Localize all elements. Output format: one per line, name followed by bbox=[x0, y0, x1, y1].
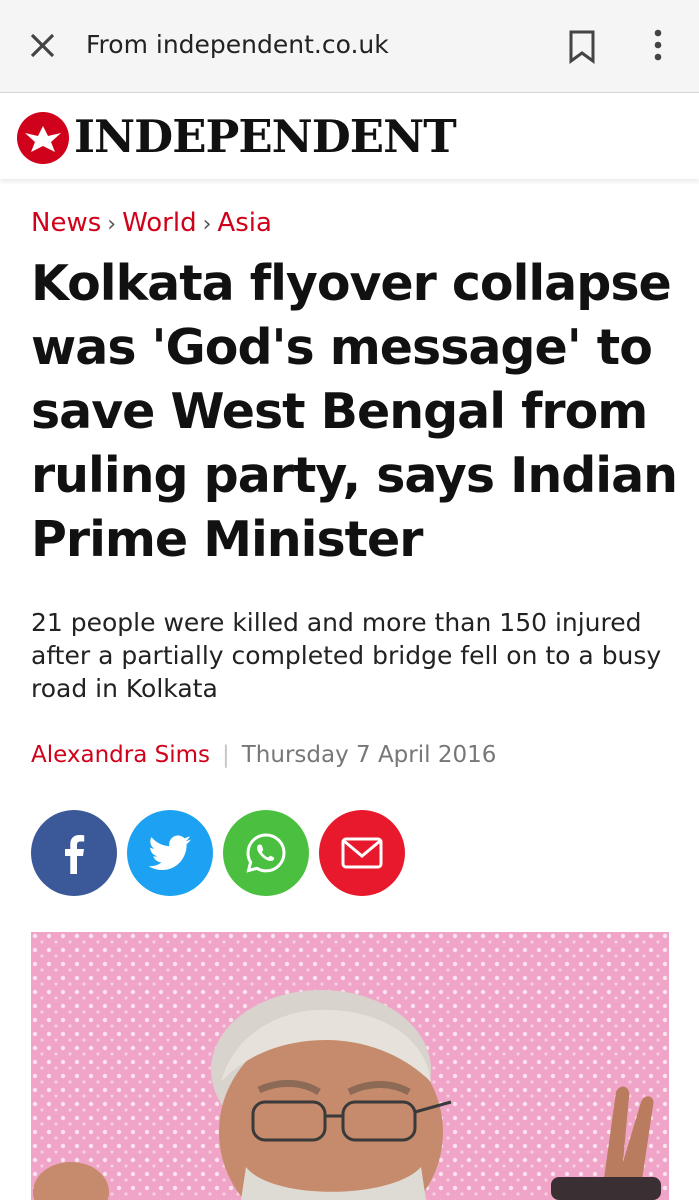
source-label: From independent.co.uk bbox=[86, 30, 389, 59]
article-standfirst: 21 people were killed and more than 150 … bbox=[31, 608, 662, 703]
byline: Alexandra Sims | Thursday 7 April 2016 bbox=[31, 742, 496, 768]
share-facebook-button[interactable] bbox=[31, 810, 117, 896]
share-email-button[interactable] bbox=[319, 810, 405, 896]
article-headline: Kolkata flyover collapse was 'God's mess… bbox=[31, 255, 678, 568]
bookmark-button[interactable] bbox=[564, 26, 600, 66]
email-icon bbox=[341, 837, 383, 869]
custom-tab-bar: From independent.co.uk bbox=[0, 0, 699, 93]
eagle-logo-icon[interactable] bbox=[16, 111, 70, 165]
breadcrumb-separator: › bbox=[107, 212, 117, 237]
breadcrumb-world[interactable]: World bbox=[122, 208, 197, 238]
whatsapp-icon bbox=[246, 833, 286, 873]
site-logo-wordmark[interactable]: INDEPENDENT bbox=[74, 109, 457, 165]
overflow-menu-button[interactable] bbox=[640, 26, 676, 66]
article-hero-image[interactable] bbox=[31, 932, 669, 1200]
bookmark-icon bbox=[569, 30, 595, 64]
hero-photo-illustration bbox=[31, 932, 669, 1200]
twitter-icon bbox=[148, 835, 191, 870]
byline-divider: | bbox=[222, 742, 230, 768]
breadcrumb: News › World › Asia bbox=[31, 208, 272, 238]
site-header: INDEPENDENT bbox=[0, 93, 699, 179]
share-twitter-button[interactable] bbox=[127, 810, 213, 896]
close-button[interactable] bbox=[22, 26, 62, 66]
breadcrumb-separator: › bbox=[202, 212, 212, 237]
facebook-icon bbox=[65, 835, 85, 874]
share-whatsapp-button[interactable] bbox=[223, 810, 309, 896]
breadcrumb-news[interactable]: News bbox=[31, 208, 101, 238]
more-vert-icon bbox=[654, 29, 662, 61]
publish-date: Thursday 7 April 2016 bbox=[241, 742, 497, 768]
close-icon bbox=[30, 33, 55, 58]
author-link[interactable]: Alexandra Sims bbox=[31, 742, 210, 768]
breadcrumb-asia[interactable]: Asia bbox=[217, 208, 272, 238]
